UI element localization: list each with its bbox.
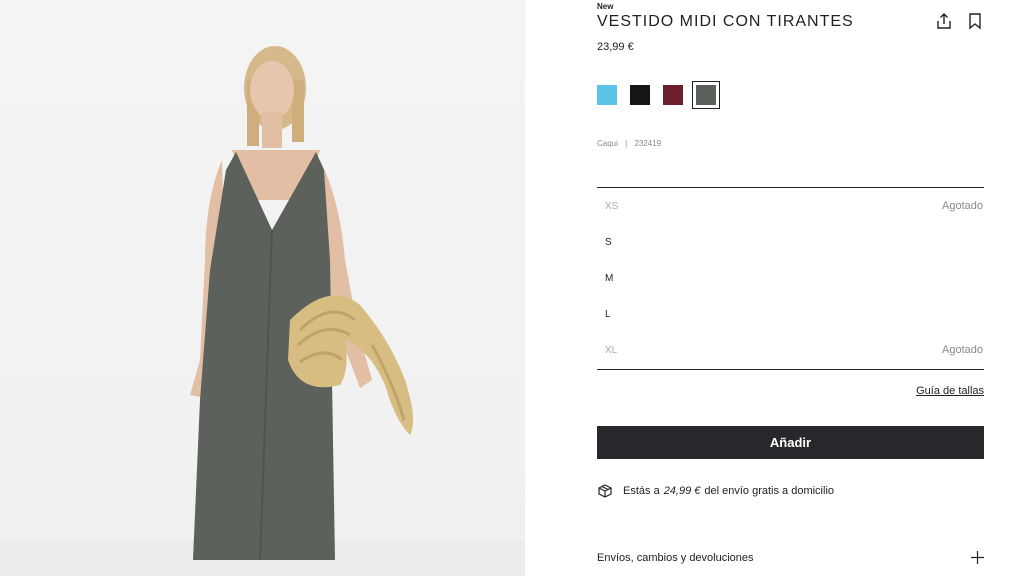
color-swatch-burgundy[interactable] xyxy=(663,85,683,105)
size-option-s[interactable]: S xyxy=(597,224,984,260)
box-icon xyxy=(597,483,613,499)
bookmark-icon[interactable] xyxy=(966,12,984,30)
size-status: Agotado xyxy=(942,200,983,212)
product-photo[interactable] xyxy=(0,0,525,576)
shipping-prefix: Estás a xyxy=(623,485,660,497)
add-to-cart-button[interactable]: Añadir xyxy=(597,426,984,459)
plus-icon xyxy=(971,551,984,564)
size-selector: XS Agotado S M L XL Agotado xyxy=(597,187,984,370)
product-title: VESTIDO MIDI CON TIRANTES xyxy=(597,13,854,30)
size-option-m[interactable]: M xyxy=(597,260,984,296)
size-label: L xyxy=(605,308,611,320)
color-swatches xyxy=(597,81,729,109)
color-swatch-black[interactable] xyxy=(630,85,650,105)
size-label: XS xyxy=(605,200,619,212)
model-illustration xyxy=(0,46,525,576)
size-label: M xyxy=(605,272,614,284)
ref-separator: | xyxy=(625,139,628,148)
shipping-suffix: del envío gratis a domicilio xyxy=(704,485,835,497)
color-name: Caqui xyxy=(597,139,618,148)
size-option-xl[interactable]: XL Agotado xyxy=(597,332,984,368)
share-icon[interactable] xyxy=(935,12,953,30)
shipping-returns-accordion[interactable]: Envíos, cambios y devoluciones xyxy=(597,551,984,564)
size-option-xs[interactable]: XS Agotado xyxy=(597,188,984,224)
color-swatch-khaki[interactable] xyxy=(692,81,720,109)
size-label: XL xyxy=(605,344,618,356)
size-label: S xyxy=(605,236,612,248)
reference-number: 232419 xyxy=(634,139,662,148)
accordion-label: Envíos, cambios y devoluciones xyxy=(597,551,754,564)
size-guide-link[interactable]: Guía de tallas xyxy=(916,385,984,397)
color-swatch-light-blue[interactable] xyxy=(597,85,617,105)
new-badge: New xyxy=(597,2,614,11)
product-info-panel: New VESTIDO MIDI CON TIRANTES 23,99 € Ca… xyxy=(597,0,985,576)
free-shipping-notice: Estás a 24,99 € del envío gratis a domic… xyxy=(597,483,834,499)
product-price: 23,99 € xyxy=(597,41,634,53)
color-and-reference: Caqui | 232419 xyxy=(597,139,661,148)
shipping-amount: 24,99 € xyxy=(663,485,701,497)
size-option-l[interactable]: L xyxy=(597,296,984,332)
size-status: Agotado xyxy=(942,344,983,356)
